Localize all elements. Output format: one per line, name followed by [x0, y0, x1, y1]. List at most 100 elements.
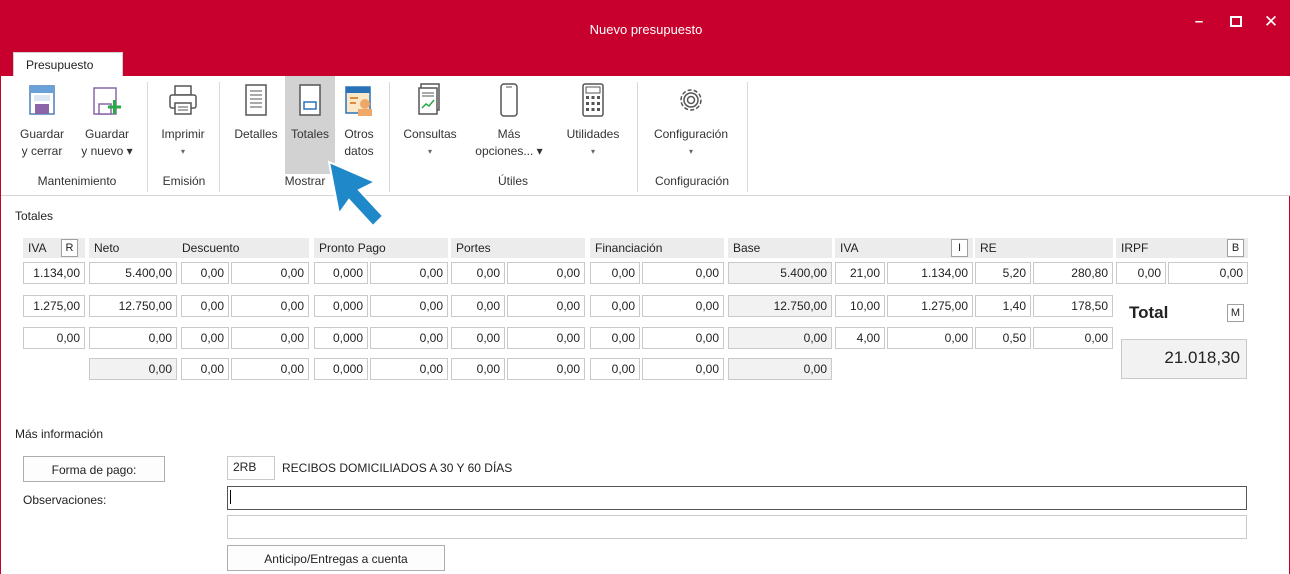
row2-pp-percent[interactable]: 0,000 — [314, 295, 368, 317]
utilidades-button[interactable]: Utilidades ▾ — [555, 76, 631, 174]
forma-pago-code[interactable]: 2RB — [227, 456, 275, 480]
sum-neto: 0,00 — [89, 358, 177, 380]
totales-section-title: Totales — [15, 209, 54, 223]
chevron-down-icon: ▾ — [590, 147, 595, 156]
row3-iva-p[interactable]: 4,00 — [835, 327, 885, 349]
total-m-button[interactable]: M — [1227, 304, 1244, 322]
sum-pp-percent[interactable]: 0,000 — [314, 358, 368, 380]
row2-portes-percent[interactable]: 0,00 — [451, 295, 505, 317]
row1-dto-percent[interactable]: 0,00 — [181, 262, 229, 284]
total-label: Total — [1129, 303, 1169, 322]
row1-fin-percent[interactable]: 0,00 — [590, 262, 640, 284]
row3-iva-percent[interactable]: 0,00 — [23, 327, 85, 349]
row1-pp-percent[interactable]: 0,000 — [314, 262, 368, 284]
row2-fin-percent[interactable]: 0,00 — [590, 295, 640, 317]
guardar-nuevo-button[interactable]: Guardar y nuevo ▾ — [73, 76, 141, 174]
mobile-icon — [500, 83, 518, 117]
configuracion-button[interactable]: Configuración ▾ — [641, 76, 741, 174]
window-title: Nuevo presupuesto — [589, 22, 703, 37]
mas-opciones-button[interactable]: Más opciones... ▾ — [471, 76, 547, 174]
group-separator — [747, 82, 748, 192]
close-icon[interactable]: ✕ — [1258, 12, 1284, 32]
row2-pp: 0,00 — [370, 295, 448, 317]
sum-dto: 0,00 — [231, 358, 309, 380]
row3-fin-percent[interactable]: 0,00 — [590, 327, 640, 349]
row2-fin: 0,00 — [642, 295, 724, 317]
sum-dto-percent[interactable]: 0,00 — [181, 358, 229, 380]
chevron-down-icon: ▾ — [180, 147, 185, 156]
row1-iva-p[interactable]: 21,00 — [835, 262, 885, 284]
row3-dto: 0,00 — [231, 327, 309, 349]
printer-icon — [169, 85, 197, 115]
guardar-nuevo-line1: Guardar — [84, 127, 130, 141]
header-neto: Neto — [89, 238, 177, 258]
mas-opciones-line1: Más — [497, 127, 521, 141]
iva-i-button[interactable]: I — [951, 239, 968, 257]
row2-iva-percent[interactable]: 1.275,00 — [23, 295, 85, 317]
header-re: RE — [975, 238, 1113, 258]
sum-portes-percent[interactable]: 0,00 — [451, 358, 505, 380]
group-configuracion: Configuración — [654, 174, 730, 188]
row1-iva-percent[interactable]: 1.134,00 — [23, 262, 85, 284]
row3-fin: 0,00 — [642, 327, 724, 349]
anticipo-button[interactable]: Anticipo/Entregas a cuenta — [227, 545, 445, 571]
iva-r-button[interactable]: R — [61, 239, 78, 257]
totales-label: Totales — [290, 127, 330, 141]
sum-base: 0,00 — [728, 358, 832, 380]
row1-iva-cuota: 1.134,00 — [887, 262, 973, 284]
irpf-b-button[interactable]: B — [1227, 239, 1244, 257]
row3-dto-percent[interactable]: 0,00 — [181, 327, 229, 349]
mas-info-title: Más información — [15, 427, 104, 441]
row3-iva-cuota: 0,00 — [887, 327, 973, 349]
configuracion-label: Configuración — [653, 127, 729, 141]
header-base: Base — [728, 238, 832, 258]
maximize-icon[interactable] — [1223, 12, 1249, 32]
consultas-button[interactable]: Consultas ▾ — [395, 76, 465, 174]
row1-portes-percent[interactable]: 0,00 — [451, 262, 505, 284]
row1-neto: 5.400,00 — [89, 262, 177, 284]
window: Nuevo presupuesto – ✕ Presupuesto Guarda… — [0, 0, 1290, 574]
group-separator — [219, 82, 220, 192]
header-portes: Portes — [451, 238, 585, 258]
imprimir-button[interactable]: Imprimir ▾ — [153, 76, 213, 174]
guardar-cerrar-button[interactable]: Guardar y cerrar — [11, 76, 73, 174]
row2-iva-p[interactable]: 10,00 — [835, 295, 885, 317]
detalles-label: Detalles — [234, 127, 278, 141]
group-mantenimiento: Mantenimiento — [37, 174, 117, 188]
forma-pago-button[interactable]: Forma de pago: — [23, 456, 165, 482]
sum-fin-percent[interactable]: 0,00 — [590, 358, 640, 380]
detalles-button[interactable]: Detalles — [227, 76, 285, 174]
row2-iva-cuota: 1.275,00 — [887, 295, 973, 317]
row3-portes-percent[interactable]: 0,00 — [451, 327, 505, 349]
row2-re-p[interactable]: 1,40 — [975, 295, 1031, 317]
row2-dto: 0,00 — [231, 295, 309, 317]
row1-re-p[interactable]: 5,20 — [975, 262, 1031, 284]
calculator-icon — [582, 83, 604, 117]
row1-base: 5.400,00 — [728, 262, 832, 284]
row3-neto: 0,00 — [89, 327, 177, 349]
irpf-percent[interactable]: 0,00 — [1116, 262, 1166, 284]
otros-datos-line2: datos — [344, 144, 374, 158]
observaciones-input[interactable] — [227, 486, 1247, 510]
row3-re: 0,00 — [1033, 327, 1113, 349]
sum-pp: 0,00 — [370, 358, 448, 380]
observaciones-input-2[interactable] — [227, 515, 1247, 539]
document-lines-icon — [245, 84, 267, 116]
sum-portes: 0,00 — [507, 358, 585, 380]
row2-dto-percent[interactable]: 0,00 — [181, 295, 229, 317]
utilidades-label: Utilidades — [566, 127, 620, 141]
ribbon: Guardar y cerrar Guardar y nuevo ▾ Impri… — [1, 76, 1290, 196]
header-pronto-pago: Pronto Pago — [314, 238, 448, 258]
pointer-arrow-icon — [327, 160, 385, 228]
text-caret — [230, 490, 231, 504]
contact-card-icon — [345, 86, 372, 116]
row1-re: 280,80 — [1033, 262, 1113, 284]
group-separator — [637, 82, 638, 192]
consultas-label: Consultas — [403, 127, 457, 141]
header-financiacion: Financiación — [590, 238, 724, 258]
minimize-icon[interactable]: – — [1186, 12, 1212, 32]
row3-pp-percent[interactable]: 0,000 — [314, 327, 368, 349]
row3-re-p[interactable]: 0,50 — [975, 327, 1031, 349]
gear-icon — [680, 89, 702, 111]
tab-presupuesto[interactable]: Presupuesto — [13, 52, 123, 77]
